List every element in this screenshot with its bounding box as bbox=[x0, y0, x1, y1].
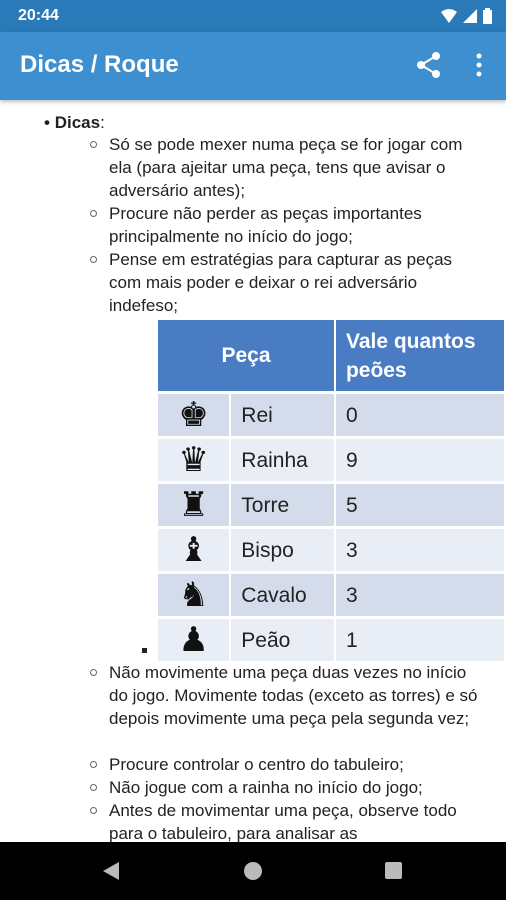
piece-value: 5 bbox=[335, 484, 506, 529]
table-row: ♝ Bispo 3 bbox=[158, 529, 506, 574]
piece-value: 1 bbox=[335, 619, 506, 664]
tip-text: Procure não perder as peças importantes … bbox=[109, 204, 422, 246]
section-heading: • Dicas: bbox=[44, 111, 105, 134]
circle-bullet-icon bbox=[90, 141, 97, 148]
table-row: ♛ Rainha 9 bbox=[158, 439, 506, 484]
piece-name: Torre bbox=[231, 484, 336, 529]
article-content[interactable]: • Dicas: Só se pode mexer numa peça se f… bbox=[0, 100, 506, 842]
app-bar: Dicas / Roque bbox=[0, 32, 506, 100]
piece-name: Rainha bbox=[231, 439, 336, 484]
signal-icon bbox=[463, 9, 477, 23]
list-item: Antes de movimentar uma peça, observe to… bbox=[90, 799, 480, 842]
circle-bullet-icon bbox=[90, 784, 97, 791]
circle-bullet-icon bbox=[90, 210, 97, 217]
tip-text: Procure controlar o centro do tabuleiro; bbox=[109, 755, 404, 774]
more-options-icon[interactable] bbox=[469, 50, 489, 80]
circle-bullet-icon bbox=[90, 256, 97, 263]
rook-icon: ♜ bbox=[158, 484, 232, 529]
list-item: Pense em estratégias para capturar as pe… bbox=[90, 248, 480, 317]
queen-icon: ♛ bbox=[158, 439, 232, 484]
list-item: Não movimente uma peça duas vezes no iní… bbox=[90, 661, 480, 730]
column-header-piece: Peça bbox=[158, 320, 336, 394]
table-row: ♞ Cavalo 3 bbox=[158, 574, 506, 619]
status-icons bbox=[441, 7, 492, 25]
list-item: Procure não perder as peças importantes … bbox=[90, 202, 480, 248]
piece-value: 0 bbox=[335, 394, 506, 439]
circle-bullet-icon bbox=[90, 669, 97, 676]
battery-icon bbox=[483, 8, 492, 24]
circle-bullet-icon bbox=[90, 807, 97, 814]
piece-name: Cavalo bbox=[231, 574, 336, 619]
status-time: 20:44 bbox=[18, 7, 59, 24]
bullet-dot: • bbox=[44, 113, 55, 132]
piece-name: Peão bbox=[231, 619, 336, 664]
piece-value: 3 bbox=[335, 529, 506, 574]
share-icon[interactable] bbox=[414, 50, 444, 80]
table-row: ♜ Torre 5 bbox=[158, 484, 506, 529]
pawn-icon: ♟ bbox=[158, 619, 232, 664]
knight-icon: ♞ bbox=[158, 574, 232, 619]
table-row: ♟ Peão 1 bbox=[158, 619, 506, 664]
piece-name: Rei bbox=[231, 394, 336, 439]
table-header-row: Peça Vale quantos peões bbox=[158, 320, 506, 394]
column-header-value: Vale quantos peões bbox=[335, 320, 506, 394]
circle-bullet-icon bbox=[90, 761, 97, 768]
table-row: ♚ Rei 0 bbox=[158, 394, 506, 439]
piece-value: 9 bbox=[335, 439, 506, 484]
section-title: Dicas bbox=[54, 113, 101, 132]
tip-text: Não movimente uma peça duas vezes no iní… bbox=[109, 663, 478, 728]
list-item: Não jogue com a rainha no início do jogo… bbox=[90, 776, 480, 799]
king-icon: ♚ bbox=[158, 394, 232, 439]
back-icon[interactable] bbox=[103, 862, 119, 880]
piece-value: 3 bbox=[335, 574, 506, 619]
bishop-icon: ♝ bbox=[158, 529, 232, 574]
tip-text: Antes de movimentar uma peça, observe to… bbox=[109, 801, 457, 842]
page-title: Dicas / Roque bbox=[20, 51, 179, 78]
list-item: Só se pode mexer numa peça se for jogar … bbox=[90, 133, 480, 202]
piece-value-table: Peça Vale quantos peões ♚ Rei 0 ♛ Rainha… bbox=[158, 320, 506, 664]
wifi-icon bbox=[441, 9, 457, 23]
piece-name: Bispo bbox=[231, 529, 336, 574]
home-icon[interactable] bbox=[244, 862, 262, 880]
recent-apps-icon[interactable] bbox=[385, 862, 402, 879]
status-bar: 20:44 bbox=[0, 0, 506, 32]
square-bullet-icon bbox=[142, 648, 147, 653]
list-item: Procure controlar o centro do tabuleiro; bbox=[90, 753, 480, 776]
tip-text: Só se pode mexer numa peça se for jogar … bbox=[109, 135, 463, 200]
tip-text: Não jogue com a rainha no início do jogo… bbox=[109, 778, 423, 797]
tip-text: Pense em estratégias para capturar as pe… bbox=[109, 250, 453, 315]
section-colon: : bbox=[100, 113, 105, 132]
